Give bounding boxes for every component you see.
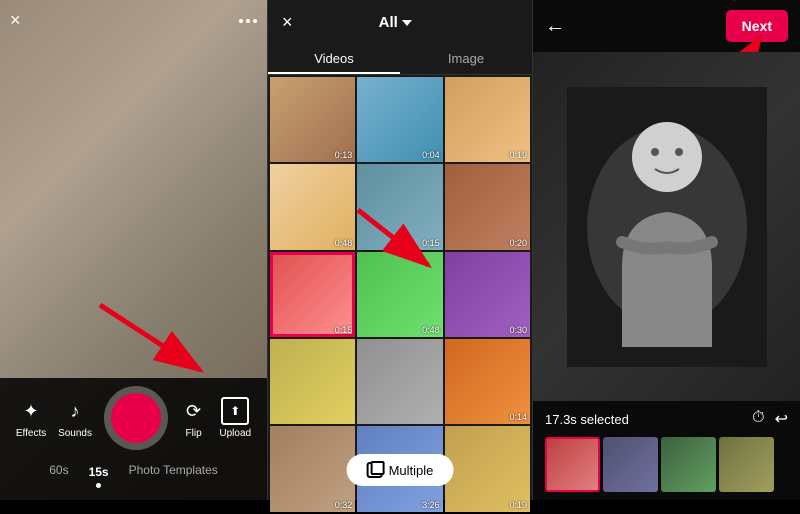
multiple-label: Multiple [389, 463, 434, 478]
thumb-duration: 0:04 [422, 150, 440, 160]
thumb-duration: 3:26 [422, 500, 440, 510]
share-icon[interactable]: ↩ [775, 409, 788, 429]
effects-label: Effects [16, 428, 46, 439]
preview-back-button[interactable]: ← [545, 15, 565, 38]
thumb-duration: 0:15 [335, 325, 353, 335]
list-item[interactable]: 0:15 [357, 164, 442, 249]
thumb-duration: 0:13 [335, 150, 353, 160]
list-item[interactable] [357, 339, 442, 424]
camera-panel: × ✦ Effects ♪ Sounds ⟳ [0, 0, 267, 500]
mode-60s[interactable]: 60s [49, 463, 68, 488]
thumb-duration: 0:30 [509, 325, 527, 335]
thumb-duration: 0:32 [335, 500, 353, 510]
effects-control[interactable]: ✦ Effects [16, 397, 46, 439]
more-options-icon[interactable] [239, 19, 257, 23]
list-item[interactable]: 0:13 [270, 77, 355, 162]
mode-photo-templates[interactable]: Photo Templates [129, 463, 218, 488]
thumb-duration: 0:48 [422, 325, 440, 335]
gallery-grid: 0:13 0:04 0:19 0:48 0:15 0:20 0:15 0:48 … [268, 75, 532, 514]
timer-icon[interactable]: ⏱ [752, 409, 764, 429]
list-item[interactable]: 0:20 [445, 164, 530, 249]
upload-control[interactable]: ⬆ Upload [219, 397, 251, 439]
record-btn-inner [111, 393, 161, 443]
camera-top-bar: × [10, 10, 257, 31]
preview-header: ← Next [533, 0, 800, 52]
filmstrip-thumb[interactable] [661, 437, 716, 492]
gallery-tabs: Videos Image [268, 45, 532, 75]
gallery-title-dropdown[interactable]: All [379, 14, 412, 31]
list-item[interactable] [270, 339, 355, 424]
filmstrip-thumb[interactable] [603, 437, 658, 492]
list-item[interactable]: 0:48 [357, 252, 442, 337]
list-item[interactable]: 0:15 [270, 252, 355, 337]
list-item[interactable]: 0:19 [445, 426, 530, 511]
mode-15s-container: 15s [89, 463, 109, 488]
active-mode-dot [96, 483, 101, 488]
list-item[interactable]: 0:32 [270, 426, 355, 511]
controls-row: ✦ Effects ♪ Sounds ⟳ Flip ⬆ Upload [0, 386, 267, 458]
camera-bottom-controls: ✦ Effects ♪ Sounds ⟳ Flip ⬆ Upload 60s 1… [0, 378, 267, 500]
selected-duration-text: 17.3s selected [545, 412, 629, 427]
preview-panel: ← Next [533, 0, 800, 500]
gallery-title-text: All [379, 14, 398, 31]
preview-status-bar: 17.3s selected ⏱ ↩ [545, 409, 788, 429]
flip-control[interactable]: ⟳ Flip [180, 397, 208, 439]
thumb-duration: 0:19 [509, 500, 527, 510]
person-illustration [567, 87, 767, 367]
flip-icon: ⟳ [180, 397, 208, 425]
list-item[interactable]: 0:14 [445, 339, 530, 424]
preview-image [533, 52, 800, 401]
thumb-duration: 0:14 [509, 412, 527, 422]
flip-label: Flip [186, 428, 202, 439]
list-item[interactable]: 0:04 [357, 77, 442, 162]
mode-tabs: 60s 15s Photo Templates [0, 458, 267, 490]
preview-action-icons: ⏱ ↩ [752, 409, 788, 429]
multiple-button[interactable]: Multiple [347, 454, 454, 486]
tab-image[interactable]: Image [400, 45, 532, 74]
thumb-duration: 0:19 [509, 150, 527, 160]
mode-15s[interactable]: 15s [89, 465, 109, 479]
thumb-duration: 0:48 [335, 238, 353, 248]
preview-footer: 17.3s selected ⏱ ↩ [533, 401, 800, 500]
sounds-label: Sounds [58, 428, 92, 439]
filmstrip-thumb[interactable] [719, 437, 774, 492]
filmstrip [545, 437, 788, 492]
record-button[interactable] [104, 386, 168, 450]
sounds-icon: ♪ [61, 397, 89, 425]
list-item[interactable]: 0:19 [445, 77, 530, 162]
list-item[interactable]: 0:30 [445, 252, 530, 337]
gallery-close-button[interactable]: × [282, 12, 293, 33]
thumb-duration: 0:15 [422, 238, 440, 248]
tab-videos[interactable]: Videos [268, 45, 400, 74]
gallery-panel: × All Videos Image 0:13 0:04 0:19 0:48 0… [267, 0, 533, 500]
next-button[interactable]: Next [726, 10, 788, 42]
camera-close-button[interactable]: × [10, 10, 21, 31]
multiple-icon [367, 462, 383, 478]
sounds-control[interactable]: ♪ Sounds [58, 397, 92, 439]
upload-label: Upload [219, 428, 251, 439]
filmstrip-thumb[interactable] [545, 437, 600, 492]
effects-icon: ✦ [17, 397, 45, 425]
gallery-header: × All [268, 0, 532, 45]
chevron-down-icon [402, 20, 412, 26]
preview-main-area [533, 52, 800, 401]
list-item[interactable]: 0:48 [270, 164, 355, 249]
thumb-duration: 0:20 [509, 238, 527, 248]
upload-icon: ⬆ [221, 397, 249, 425]
